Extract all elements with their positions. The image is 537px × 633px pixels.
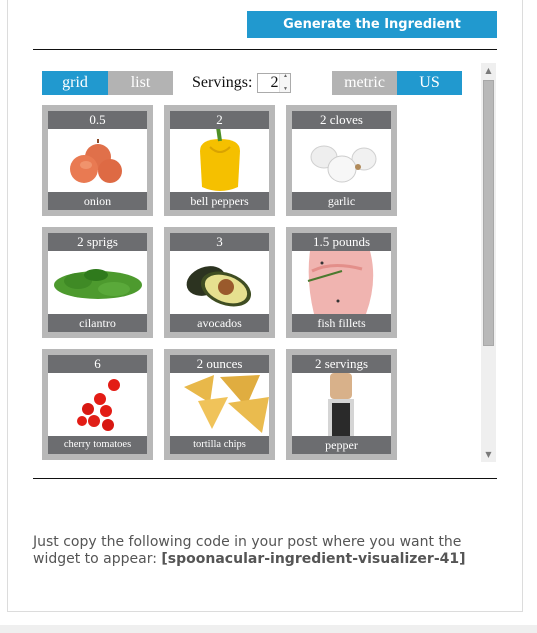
ingredient-amount: 1.5 pounds <box>292 233 391 251</box>
ingredient-tile-avocados[interactable]: 3 avocados <box>164 227 275 338</box>
pepper-mill-image <box>328 373 354 436</box>
shortcode[interactable]: [spoonacular-ingredient-visualizer-41] <box>161 551 465 567</box>
ingredient-amount: 2 cloves <box>292 111 391 129</box>
bell-pepper-image <box>200 129 240 191</box>
top-divider <box>33 49 497 50</box>
ingredient-tile-onion[interactable]: 0.5 onion <box>42 105 153 216</box>
scrollbar-thumb[interactable] <box>483 80 494 346</box>
cilantro-image <box>54 269 142 299</box>
fish-fillets-image <box>307 251 374 314</box>
ingredient-name: cherry tomatoes <box>48 436 147 454</box>
ingredient-tile-cilantro[interactable]: 2 sprigs cilantro <box>42 227 153 338</box>
unit-us-button[interactable]: US <box>397 71 462 95</box>
embed-instructions: Just copy the following code in your pos… <box>33 534 501 568</box>
ingredient-amount: 2 ounces <box>170 355 269 373</box>
ingredient-name: fish fillets <box>292 314 391 332</box>
view-grid-button[interactable]: grid <box>42 71 108 95</box>
ingredient-name: tortilla chips <box>170 436 269 454</box>
ingredient-tile-tortilla-chips[interactable]: 2 ounces tortilla chips <box>164 349 275 460</box>
unit-metric-button[interactable]: metric <box>332 71 397 95</box>
scroll-up-arrow-icon[interactable]: ▲ <box>481 63 496 78</box>
bottom-divider <box>33 478 497 479</box>
scroll-down-arrow-icon[interactable]: ▼ <box>481 447 496 462</box>
ingredient-name: bell peppers <box>170 192 269 210</box>
ingredient-tile-pepper[interactable]: 2 servings pepper <box>286 349 397 460</box>
generate-visualizer-button[interactable]: Generate the Ingredient Visualizer <box>247 11 497 59</box>
ingredient-tile-fish-fillets[interactable]: 1.5 pounds fish fillets <box>286 227 397 338</box>
servings-input[interactable]: 2 ▲ ▼ <box>257 73 292 93</box>
ingredient-tile-cherry-tomatoes[interactable]: 6 cherry tomatoes <box>42 349 153 460</box>
ingredient-amount: 6 <box>48 355 147 373</box>
page-footer-strip <box>0 625 537 633</box>
servings-label: Servings: <box>192 74 253 91</box>
spin-up-icon[interactable]: ▲ <box>283 74 288 79</box>
ingredient-visualizer: grid list Servings: 2 ▲ ▼ metric US 0.5 … <box>33 62 497 464</box>
ingredient-amount: 2 sprigs <box>48 233 147 251</box>
tortilla-chips-image <box>184 375 269 433</box>
ingredient-tile-garlic[interactable]: 2 cloves garlic <box>286 105 397 216</box>
garlic-image <box>310 145 377 183</box>
cherry-tomatoes-image <box>77 379 120 431</box>
servings-spinner[interactable]: ▲ ▼ <box>279 74 291 92</box>
avocado-image <box>186 266 252 307</box>
ingredient-name: pepper <box>292 436 391 454</box>
visualizer-scrollbar[interactable]: ▲ ▼ <box>481 63 496 462</box>
ingredient-tile-bell-peppers[interactable]: 2 bell peppers <box>164 105 275 216</box>
servings-control: Servings: 2 ▲ ▼ <box>192 71 292 95</box>
ingredient-amount: 3 <box>170 233 269 251</box>
ingredient-name: garlic <box>292 192 391 210</box>
ingredient-name: onion <box>48 192 147 210</box>
ingredient-amount: 0.5 <box>48 111 147 129</box>
ingredient-amount: 2 servings <box>292 355 391 373</box>
view-toggle: grid list <box>42 71 173 95</box>
view-list-button[interactable]: list <box>108 71 173 95</box>
ingredient-amount: 2 <box>170 111 269 129</box>
spin-down-icon[interactable]: ▼ <box>283 87 288 92</box>
onion-image <box>70 139 122 183</box>
ingredient-name: cilantro <box>48 314 147 332</box>
ingredient-name: avocados <box>170 314 269 332</box>
unit-toggle: metric US <box>332 71 462 95</box>
